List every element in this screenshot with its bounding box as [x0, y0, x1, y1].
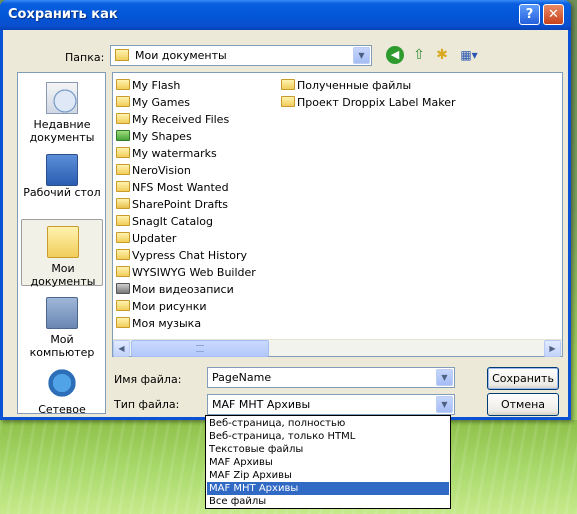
views-menu-icon[interactable]: ▦▾ [456, 46, 482, 64]
save-button[interactable]: Сохранить [487, 367, 559, 390]
filetype-option[interactable]: MAF Zip Архивы [207, 469, 449, 482]
list-item[interactable]: NFS Most Wanted [116, 180, 229, 196]
scroll-right-icon[interactable]: ▶ [544, 340, 561, 357]
folder-icon [116, 249, 130, 260]
place-desktop[interactable]: Рабочий стол [21, 148, 103, 215]
places-bar: Недавние документы Рабочий стол Мои доку… [17, 72, 106, 416]
place-my-documents[interactable]: Мои документы [21, 219, 103, 288]
list-item[interactable]: My Flash [116, 78, 180, 94]
network-icon [46, 367, 78, 399]
folder-icon [281, 96, 295, 107]
folder-icon [116, 266, 130, 277]
my-documents-icon [47, 226, 79, 258]
horizontal-scrollbar[interactable]: ◀ ▶ [113, 339, 562, 357]
folder-icon [116, 181, 130, 192]
filetype-combo[interactable]: MAF MHT Архивы ▼ [207, 394, 455, 415]
music-folder-icon [116, 317, 130, 328]
place-label: Мой компьютер [29, 333, 95, 359]
folder-label: Папка: [65, 51, 105, 64]
my-documents-small-icon [115, 49, 129, 61]
grip-icon [196, 345, 204, 352]
filetype-option-selected[interactable]: MAF MHT Архивы [207, 482, 449, 495]
chevron-down-icon[interactable]: ▼ [436, 369, 453, 386]
folder-icon [116, 79, 130, 90]
folder-icon [116, 215, 130, 226]
list-item[interactable]: My Games [116, 95, 190, 111]
list-item[interactable]: NeroVision [116, 163, 191, 179]
cancel-button[interactable]: Отмена [487, 393, 559, 416]
place-recent-documents[interactable]: Недавние документы [21, 76, 103, 144]
filetype-label: Тип файла: [114, 398, 180, 411]
list-item[interactable]: My watermarks [116, 146, 217, 162]
file-list[interactable]: My Flash My Games My Received Files My S… [112, 72, 563, 357]
place-label: Рабочий стол [23, 186, 101, 199]
new-folder-icon[interactable]: ✱ [433, 46, 451, 64]
up-folder-icon[interactable]: ⇧ [410, 46, 428, 64]
help-button[interactable]: ? [519, 4, 540, 25]
filetype-option[interactable]: Веб-страница, полностью [207, 417, 449, 430]
pictures-folder-icon [116, 300, 130, 311]
desktop-icon [46, 154, 78, 186]
window-title: Сохранить как [8, 7, 118, 22]
filetype-option[interactable]: Текстовые файлы [207, 443, 449, 456]
save-as-dialog: Сохранить как ? ✕ Папка: Мои документы ▼… [0, 0, 571, 420]
place-label: Мои документы [30, 262, 96, 288]
my-computer-icon [46, 297, 78, 329]
filename-field[interactable]: PageName ▼ [207, 367, 455, 388]
scroll-left-icon[interactable]: ◀ [113, 340, 130, 357]
list-item[interactable]: My Received Files [116, 112, 229, 128]
list-item[interactable]: My Shapes [116, 129, 192, 145]
chevron-down-icon[interactable]: ▼ [436, 396, 453, 413]
folder-icon [116, 147, 130, 158]
title-bar[interactable]: Сохранить как ? ✕ [0, 0, 571, 30]
close-button[interactable]: ✕ [543, 4, 564, 25]
folder-icon [116, 113, 130, 124]
list-item[interactable]: Vypress Chat History [116, 248, 247, 264]
filetype-option[interactable]: Все файлы [207, 495, 449, 508]
list-item[interactable]: WYSIWYG Web Builder [116, 265, 256, 281]
list-item[interactable]: Updater [116, 231, 176, 247]
filetype-dropdown: Веб-страница, полностью Веб-страница, то… [205, 415, 451, 509]
sharepoint-folder-icon [116, 198, 130, 209]
folder-icon [116, 164, 130, 175]
list-item[interactable]: Полученные файлы [281, 78, 411, 94]
video-folder-icon [116, 283, 130, 294]
filetype-value: MAF MHT Архивы [212, 398, 311, 411]
list-item[interactable]: SnagIt Catalog [116, 214, 213, 230]
list-item[interactable]: SharePoint Drafts [116, 197, 228, 213]
list-item[interactable]: Моя музыка [116, 316, 201, 332]
chevron-down-icon[interactable]: ▼ [353, 47, 370, 64]
place-network[interactable]: Сетевое [21, 361, 103, 428]
filetype-option[interactable]: Веб-страница, только HTML [207, 430, 449, 443]
list-item[interactable]: Проект Droppix Label Maker [281, 95, 455, 111]
filetype-option[interactable]: MAF Архивы [207, 456, 449, 469]
list-item[interactable]: Мои рисунки [116, 299, 207, 315]
place-label: Сетевое [38, 403, 86, 416]
filename-label: Имя файла: [114, 373, 182, 386]
place-my-computer[interactable]: Мой компьютер [21, 291, 103, 359]
shapes-folder-icon [116, 130, 130, 141]
folder-value: Мои документы [135, 49, 227, 62]
folder-icon [281, 79, 295, 90]
folder-icon [116, 232, 130, 243]
list-item[interactable]: Мои видеозаписи [116, 282, 234, 298]
folder-icon [116, 96, 130, 107]
filename-value: PageName [212, 371, 272, 384]
folder-combo[interactable]: Мои документы ▼ [110, 45, 372, 66]
scrollbar-thumb[interactable] [131, 340, 269, 357]
place-label: Недавние документы [29, 118, 95, 144]
recent-documents-icon [46, 82, 78, 114]
back-icon[interactable]: ◀ [386, 46, 404, 64]
